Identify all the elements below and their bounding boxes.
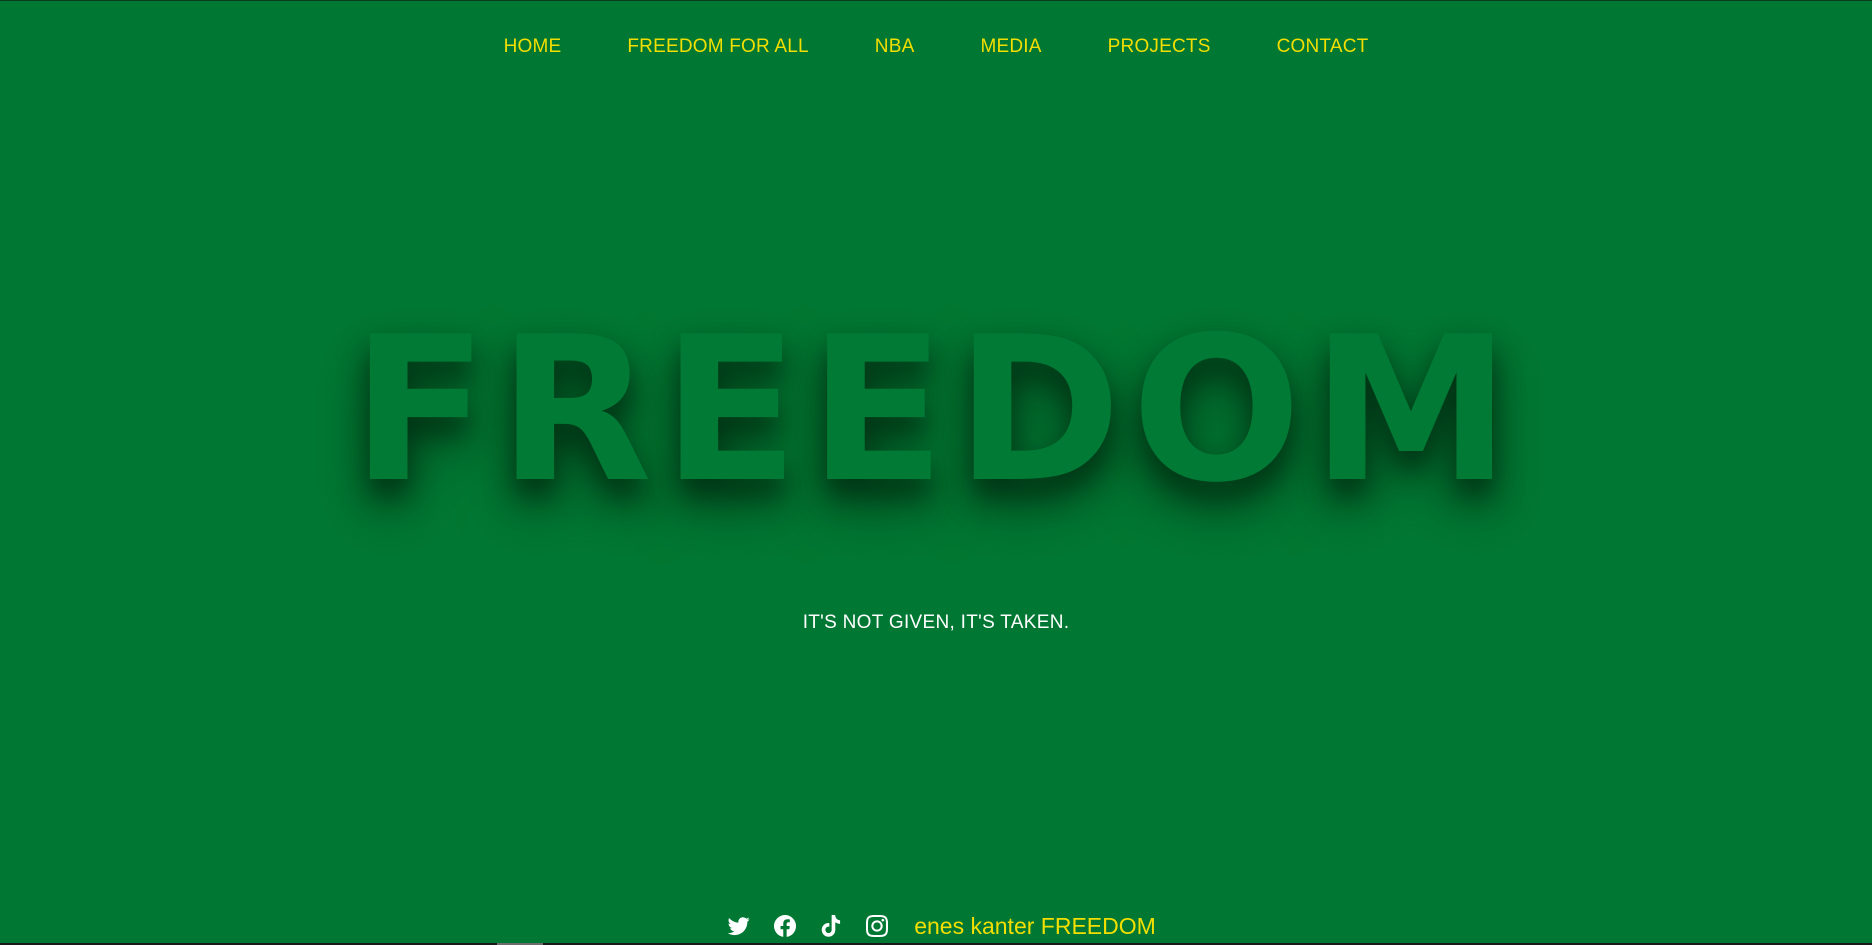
instagram-icon[interactable]	[864, 913, 890, 939]
hero-tagline: IT'S NOT GIVEN, IT'S TAKEN.	[802, 612, 1070, 633]
main-nav: HOME FREEDOM FOR ALL NBA MEDIA PROJECTS …	[0, 35, 1872, 59]
nav-contact-link[interactable]: CONTACT	[1277, 35, 1369, 59]
facebook-icon[interactable]	[772, 913, 798, 939]
nav-nba-link[interactable]: NBA	[875, 35, 915, 59]
nav-home-link[interactable]: HOME	[504, 35, 562, 59]
page: HOME FREEDOM FOR ALL NBA MEDIA PROJECTS …	[0, 0, 1872, 945]
nav-projects-link[interactable]: PROJECTS	[1108, 35, 1211, 59]
brand-name[interactable]: enes kanter FREEDOM	[914, 912, 1156, 940]
twitter-icon[interactable]	[726, 913, 752, 939]
hero-title: FREEDOM	[351, 294, 1521, 527]
nav-freedom-for-all-link[interactable]: FREEDOM FOR ALL	[627, 35, 808, 59]
nav-media-link[interactable]: MEDIA	[980, 35, 1041, 59]
tiktok-icon[interactable]	[818, 913, 844, 939]
footer: enes kanter FREEDOM	[0, 912, 1872, 940]
